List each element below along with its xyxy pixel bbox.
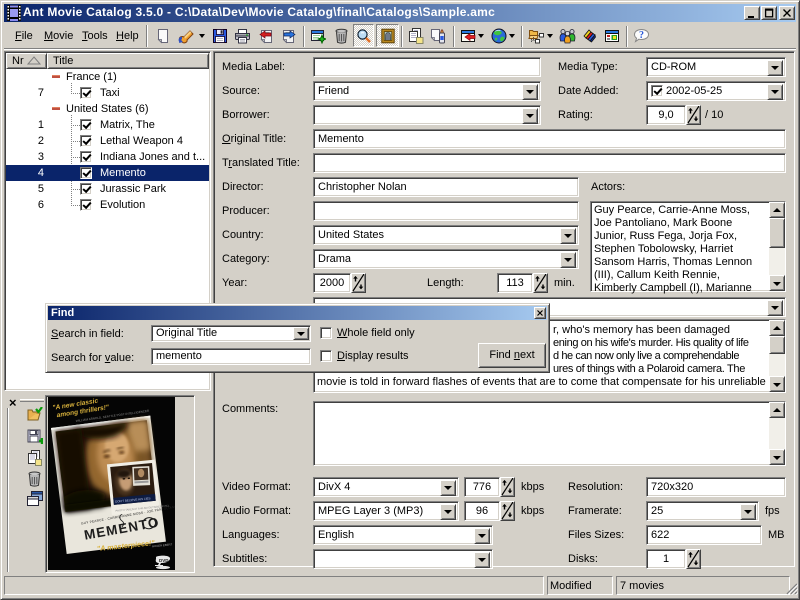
svg-text:?: ? xyxy=(639,30,644,41)
svg-text:DVD: DVD xyxy=(159,558,169,563)
